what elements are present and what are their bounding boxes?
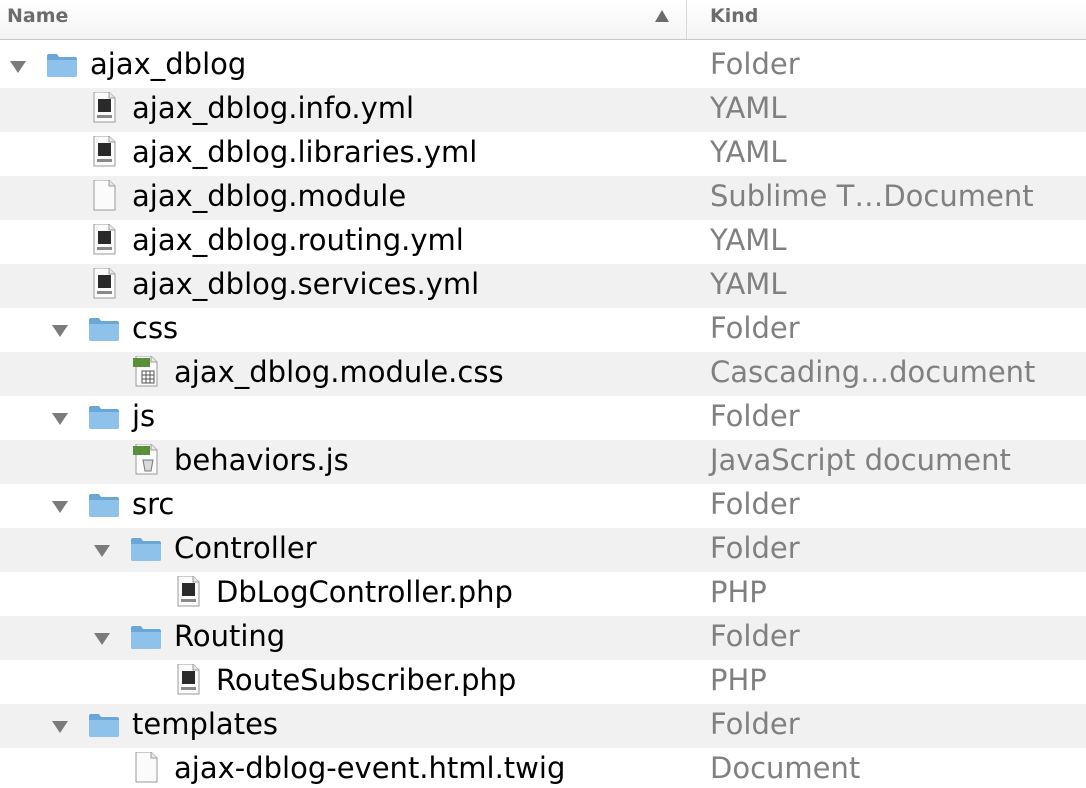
file-name[interactable]: Controller [174,531,317,565]
disclosure-triangle-icon[interactable] [52,501,68,513]
folder-icon [46,52,78,78]
php-file-icon [172,663,204,695]
file-name[interactable]: Routing [174,619,285,653]
file-kind: Folder [710,311,800,345]
php-file-icon [172,575,204,607]
yaml-file-icon [88,223,120,255]
sort-ascending-icon[interactable] [655,10,669,22]
file-kind: PHP [710,575,767,609]
folder-icon [88,404,120,430]
folder-icon [88,712,120,738]
column-header-bar: Name Kind [0,0,1086,40]
finder-list-view: Name Kind ajax_dblog Folder ajax_dblog.inf… [0,0,1086,788]
file-name[interactable]: js [132,399,155,433]
kind-column-header[interactable]: Kind [710,5,758,27]
file-name[interactable]: templates [132,707,278,741]
file-kind: Folder [710,399,800,433]
file-name[interactable]: ajax_dblog [90,47,246,81]
folder-row[interactable]: src Folder [0,484,1086,528]
file-name[interactable]: ajax_dblog.libraries.yml [132,135,477,169]
file-kind: Document [710,751,861,785]
file-name[interactable]: src [132,487,174,521]
file-row[interactable]: RouteSubscriber.php PHP [0,660,1086,704]
folder-row[interactable]: ajax_dblog Folder [0,44,1086,88]
disclosure-triangle-icon[interactable] [94,633,110,645]
file-kind: Cascading…document [710,355,1036,389]
file-kind: YAML [710,91,787,125]
file-kind: PHP [710,663,767,697]
file-name[interactable]: ajax_dblog.module.css [174,355,504,389]
document-icon [88,179,120,211]
file-kind: Folder [710,619,800,653]
file-row[interactable]: ajax_dblog.module.css Cascading…document [0,352,1086,396]
file-row[interactable]: ajax_dblog.info.yml YAML [0,88,1086,132]
file-kind: YAML [710,223,787,257]
js-file-icon [130,443,162,475]
folder-icon [130,536,162,562]
file-row[interactable]: ajax-dblog-event.html.twig Document [0,748,1086,788]
file-name[interactable]: css [132,311,178,345]
file-kind: Folder [710,531,800,565]
file-kind: Folder [710,47,800,81]
file-kind: Folder [710,707,800,741]
file-name[interactable]: behaviors.js [174,443,349,477]
folder-row[interactable]: js Folder [0,396,1086,440]
disclosure-triangle-icon[interactable] [52,721,68,733]
folder-icon [130,624,162,650]
folder-row[interactable]: css Folder [0,308,1086,352]
file-list: ajax_dblog Folder ajax_dblog.info.yml YAML a… [0,44,1086,788]
disclosure-triangle-icon[interactable] [94,545,110,557]
folder-row[interactable]: Routing Folder [0,616,1086,660]
file-kind: YAML [710,267,787,301]
file-row[interactable]: DbLogController.php PHP [0,572,1086,616]
file-name[interactable]: ajax_dblog.routing.yml [132,223,464,257]
file-name[interactable]: RouteSubscriber.php [216,663,516,697]
folder-row[interactable]: templates Folder [0,704,1086,748]
file-name[interactable]: ajax-dblog-event.html.twig [174,751,565,785]
folder-icon [88,316,120,342]
yaml-file-icon [88,135,120,167]
file-kind: Sublime T…Document [710,179,1034,213]
css-file-icon [130,355,162,387]
disclosure-triangle-icon[interactable] [52,325,68,337]
name-column-header[interactable]: Name [0,0,687,39]
file-name[interactable]: ajax_dblog.services.yml [132,267,479,301]
file-name[interactable]: ajax_dblog.module [132,179,406,213]
file-kind: YAML [710,135,787,169]
document-icon [130,751,162,783]
file-row[interactable]: ajax_dblog.module Sublime T…Document [0,176,1086,220]
folder-row[interactable]: Controller Folder [0,528,1086,572]
name-column-label: Name [7,5,69,27]
yaml-file-icon [88,267,120,299]
file-kind: Folder [710,487,800,521]
folder-icon [88,492,120,518]
file-row[interactable]: behaviors.js JavaScript document [0,440,1086,484]
file-row[interactable]: ajax_dblog.libraries.yml YAML [0,132,1086,176]
file-row[interactable]: ajax_dblog.services.yml YAML [0,264,1086,308]
file-kind: JavaScript document [710,443,1011,477]
file-name[interactable]: DbLogController.php [216,575,513,609]
disclosure-triangle-icon[interactable] [10,61,26,73]
file-row[interactable]: ajax_dblog.routing.yml YAML [0,220,1086,264]
disclosure-triangle-icon[interactable] [52,413,68,425]
yaml-file-icon [88,91,120,123]
file-name[interactable]: ajax_dblog.info.yml [132,91,414,125]
